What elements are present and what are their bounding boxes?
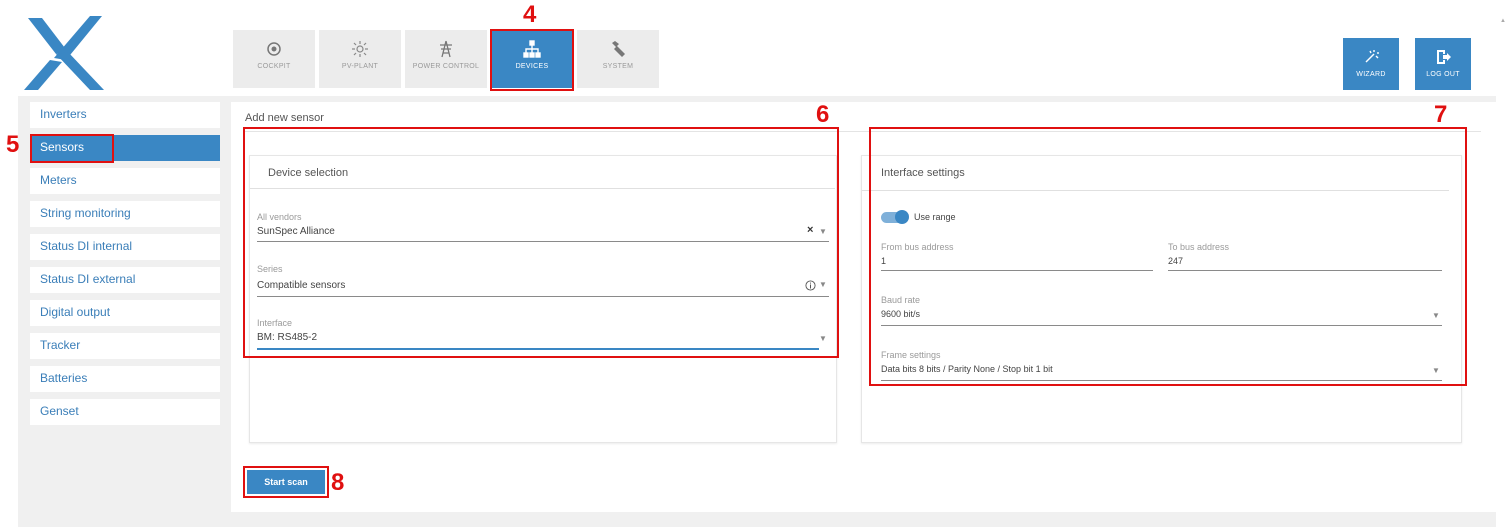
- annotation-box-device-selection: [243, 127, 839, 358]
- sidebar-item-genset[interactable]: Genset: [30, 399, 220, 425]
- logout-icon: [1434, 48, 1452, 66]
- tab-label: SYSTEM: [602, 63, 634, 70]
- annotation-box-interface-settings: [869, 127, 1467, 386]
- tab-label: POWER CONTROL: [412, 63, 480, 70]
- wizard-label: WIZARD: [1356, 71, 1386, 78]
- sidebar-item-meters[interactable]: Meters: [30, 168, 220, 194]
- annotation-number: 4: [523, 1, 537, 28]
- tab-label: COCKPIT: [257, 63, 291, 70]
- sidebar-item-digital-output[interactable]: Digital output: [30, 300, 220, 326]
- annotation-number: 7: [1434, 101, 1448, 128]
- sidebar-item-status-di-internal[interactable]: Status DI internal: [30, 234, 220, 260]
- annotation-box-start-scan: [243, 466, 329, 498]
- magic-wand-icon: [1362, 48, 1380, 66]
- sidebar-item-inverters[interactable]: Inverters: [30, 102, 220, 128]
- annotation-number: 8: [331, 469, 345, 496]
- sun-icon: [350, 39, 370, 59]
- sidebar-item-string-monitoring[interactable]: String monitoring: [30, 201, 220, 227]
- scroll-up-icon[interactable]: ▲: [1500, 18, 1506, 24]
- wizard-button[interactable]: WIZARD: [1343, 38, 1399, 90]
- annotation-box-sidebar: [30, 134, 114, 163]
- logo-icon: [24, 16, 104, 90]
- tab-pv-plant[interactable]: PV-PLANT: [319, 30, 401, 88]
- annotation-number: 5: [6, 131, 20, 158]
- tab-cockpit[interactable]: COCKPIT: [233, 30, 315, 88]
- sidebar-item-batteries[interactable]: Batteries: [30, 366, 220, 392]
- power-tower-icon: [436, 39, 456, 59]
- tab-system[interactable]: SYSTEM: [577, 30, 659, 88]
- sidebar-item-status-di-external[interactable]: Status DI external: [30, 267, 220, 293]
- logout-label: LOG OUT: [1426, 71, 1460, 78]
- page-title: Add new sensor: [245, 112, 324, 124]
- annotation-box-nav: [490, 29, 574, 91]
- annotation-number: 6: [816, 101, 830, 128]
- logout-button[interactable]: LOG OUT: [1415, 38, 1471, 90]
- tab-power-control[interactable]: POWER CONTROL: [405, 30, 487, 88]
- target-icon: [264, 39, 284, 59]
- wrench-icon: [608, 39, 628, 59]
- tab-label: PV-PLANT: [341, 63, 379, 70]
- sidebar-item-tracker[interactable]: Tracker: [30, 333, 220, 359]
